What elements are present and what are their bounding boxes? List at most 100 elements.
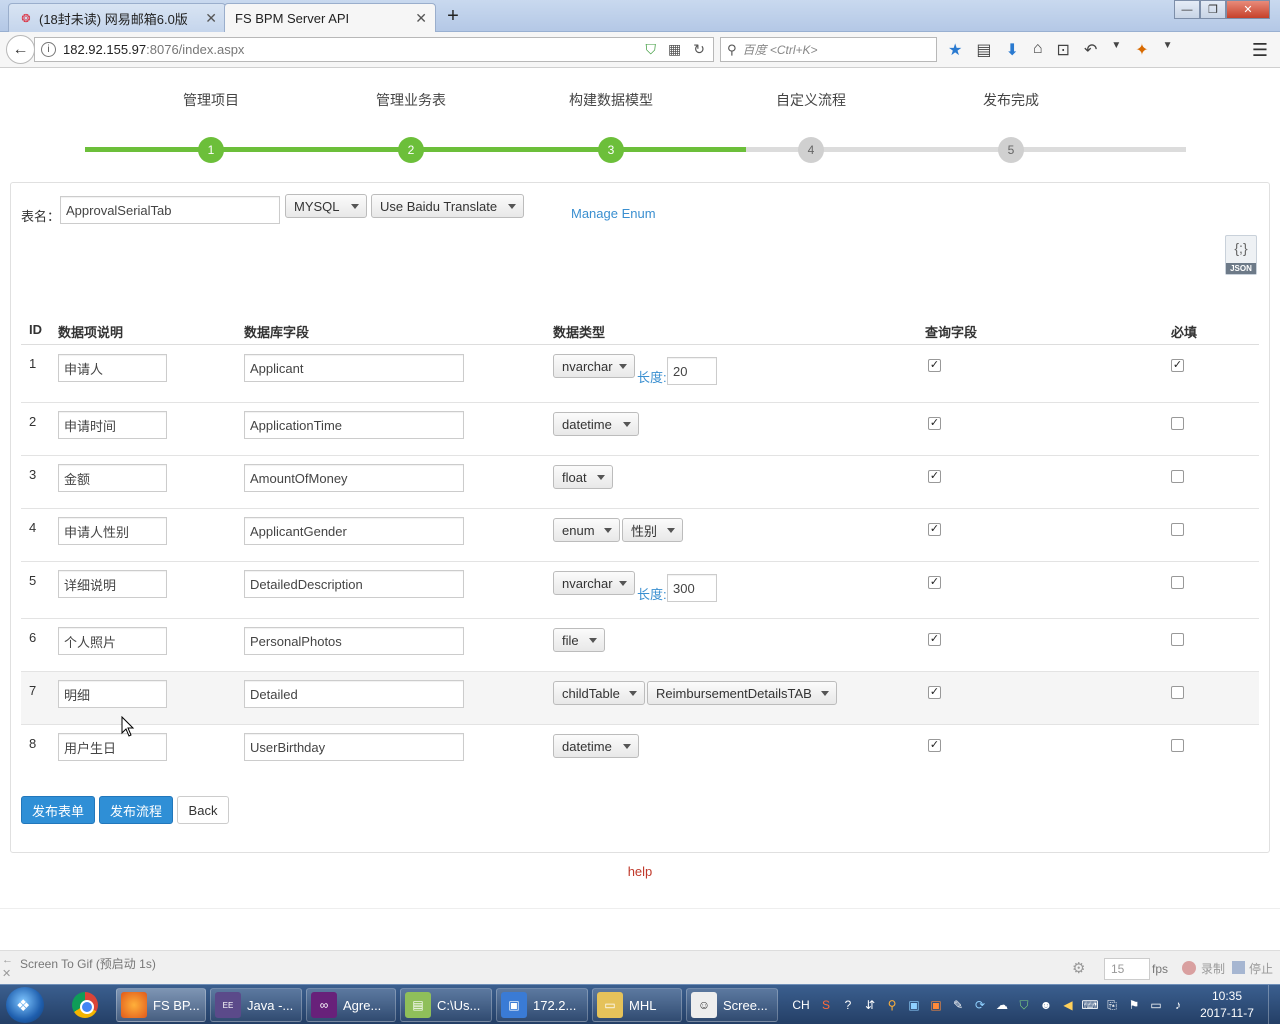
taskbar-item-folder[interactable]: ▭ MHL xyxy=(592,988,682,1022)
new-tab-button[interactable]: + xyxy=(442,5,464,28)
download-icon[interactable]: ⬇ xyxy=(1005,40,1018,60)
required-checkbox[interactable] xyxy=(1171,686,1184,699)
volume-icon[interactable]: ♪ xyxy=(1170,997,1186,1013)
required-checkbox[interactable] xyxy=(1171,523,1184,536)
close-window-button[interactable]: ✕ xyxy=(1226,0,1270,19)
table-name-input[interactable]: ApprovalSerialTab xyxy=(60,196,280,224)
help-link[interactable]: help xyxy=(0,864,1280,879)
taskbar-item-explorer-path[interactable]: ▤ C:\Us... xyxy=(400,988,492,1022)
maximize-button[interactable]: ❐ xyxy=(1200,0,1226,19)
chevron-down-icon[interactable]: ▼ xyxy=(1111,40,1121,60)
type-select[interactable]: datetime xyxy=(553,412,639,436)
input-language[interactable]: CH xyxy=(790,997,812,1013)
cloud-icon[interactable]: ☁ xyxy=(994,997,1010,1013)
close-icon[interactable]: ✕ xyxy=(205,10,217,27)
query-checkbox[interactable]: ✓ xyxy=(928,470,941,483)
shield-icon[interactable]: ⛉ xyxy=(646,41,657,58)
query-checkbox[interactable]: ✓ xyxy=(928,633,941,646)
query-checkbox[interactable]: ✓ xyxy=(928,417,941,430)
query-checkbox[interactable]: ✓ xyxy=(928,576,941,589)
required-checkbox[interactable] xyxy=(1171,470,1184,483)
crop-icon[interactable]: ⊡ xyxy=(1057,40,1070,60)
search-icon[interactable]: ⚲ xyxy=(884,997,900,1013)
length-input[interactable]: 20 xyxy=(667,357,717,385)
desc-input[interactable]: 详细说明 xyxy=(58,570,167,598)
taskbar-item-eclipse[interactable]: EE Java -... xyxy=(210,988,302,1022)
close-icon[interactable]: ✕ xyxy=(415,10,427,27)
show-desktop-button[interactable] xyxy=(1268,985,1280,1024)
hamburger-menu-icon[interactable]: ☰ xyxy=(1252,40,1268,61)
keyboard-icon[interactable]: ⌨ xyxy=(1081,997,1098,1013)
antivirus-icon[interactable]: ▣ xyxy=(928,997,944,1013)
clock[interactable]: 10:35 2017-11-7 xyxy=(1190,988,1264,1022)
desc-input[interactable]: 申请人性别 xyxy=(58,517,167,545)
query-checkbox[interactable]: ✓ xyxy=(928,359,941,372)
undo-icon[interactable]: ↶ xyxy=(1084,40,1097,60)
record-label[interactable]: 录制 xyxy=(1201,960,1225,977)
fps-input[interactable]: 15 xyxy=(1104,958,1150,980)
field-input[interactable]: ApplicantGender xyxy=(244,517,464,545)
arrow-left-icon[interactable]: ← xyxy=(2,954,13,966)
shield-icon[interactable]: ⛉ xyxy=(1016,997,1032,1013)
reading-list-icon[interactable]: ▤ xyxy=(976,40,991,60)
query-checkbox[interactable]: ✓ xyxy=(928,739,941,752)
field-input[interactable]: Applicant xyxy=(244,354,464,382)
desc-input[interactable]: 申请时间 xyxy=(58,411,167,439)
gear-icon[interactable]: ⚙ xyxy=(1072,959,1085,977)
step-5[interactable]: 发布完成 5 xyxy=(911,90,1111,163)
type-select[interactable]: datetime xyxy=(553,734,639,758)
usb-icon[interactable]: ⎘ xyxy=(1104,997,1120,1013)
step-2[interactable]: 管理业务表 2 xyxy=(311,90,511,163)
network-icon[interactable]: ⇵ xyxy=(862,997,878,1013)
type-select[interactable]: float xyxy=(553,465,613,489)
bookmark-star-icon[interactable]: ★ xyxy=(948,40,962,60)
chevron-down-icon[interactable]: ▼ xyxy=(1163,40,1173,60)
taskbar-item-screentogif[interactable]: ☺ Scree... xyxy=(686,988,778,1022)
query-checkbox[interactable]: ✓ xyxy=(928,686,941,699)
monitor-icon[interactable]: ▭ xyxy=(1148,997,1164,1013)
info-icon[interactable]: i xyxy=(41,42,56,57)
type-select[interactable]: nvarchar xyxy=(553,571,635,595)
reload-icon[interactable]: ↻ xyxy=(693,41,705,58)
stop-icon[interactable] xyxy=(1232,961,1245,974)
step-4[interactable]: 自定义流程 4 xyxy=(711,90,911,163)
child-table-select[interactable]: ReimbursementDetailsTAB xyxy=(647,681,837,705)
db-type-select[interactable]: MYSQL xyxy=(285,194,367,218)
sync-icon[interactable]: ⟳ xyxy=(972,997,988,1013)
field-input[interactable]: ApplicationTime xyxy=(244,411,464,439)
box-icon[interactable]: ▣ xyxy=(906,997,922,1013)
type-select[interactable]: enum xyxy=(553,518,620,542)
query-checkbox[interactable]: ✓ xyxy=(928,523,941,536)
required-checkbox[interactable] xyxy=(1171,576,1184,589)
step-1[interactable]: 管理项目 1 xyxy=(111,90,311,163)
desc-input[interactable]: 用户生日 xyxy=(58,733,167,761)
qr-code-icon[interactable]: ▦ xyxy=(668,41,681,58)
field-input[interactable]: AmountOfMoney xyxy=(244,464,464,492)
required-checkbox[interactable] xyxy=(1171,633,1184,646)
qq-icon[interactable]: ☻ xyxy=(1038,997,1054,1013)
tab-fs-bpm[interactable]: FS BPM Server API ✕ xyxy=(224,3,436,33)
sogou-ime-icon[interactable]: S xyxy=(818,997,834,1013)
type-select[interactable]: file xyxy=(553,628,605,652)
minimize-button[interactable]: — xyxy=(1174,0,1200,19)
back-button[interactable]: Back xyxy=(177,796,229,824)
field-input[interactable]: DetailedDescription xyxy=(244,570,464,598)
type-select[interactable]: childTable xyxy=(553,681,645,705)
publish-form-button[interactable]: 发布表单 xyxy=(21,796,95,824)
manage-enum-link[interactable]: Manage Enum xyxy=(571,206,656,221)
publish-flow-button[interactable]: 发布流程 xyxy=(99,796,173,824)
stop-label[interactable]: 停止 xyxy=(1249,960,1273,977)
json-icon[interactable]: {;} JSON xyxy=(1225,235,1257,275)
search-input[interactable]: ⚲ 百度 <Ctrl+K> xyxy=(720,37,937,62)
field-input[interactable]: PersonalPhotos xyxy=(244,627,464,655)
desc-input[interactable]: 个人照片 xyxy=(58,627,167,655)
taskbar-chrome[interactable] xyxy=(66,989,104,1021)
taskbar-item-visual-studio[interactable]: ∞ Agre... xyxy=(306,988,396,1022)
record-icon[interactable] xyxy=(1182,961,1196,975)
translate-select[interactable]: Use Baidu Translate xyxy=(371,194,524,218)
desc-input[interactable]: 金额 xyxy=(58,464,167,492)
desc-input[interactable]: 申请人 xyxy=(58,354,167,382)
step-3[interactable]: 构建数据模型 3 xyxy=(511,90,711,163)
speaker-icon[interactable]: ◀ xyxy=(1060,997,1076,1013)
help-icon[interactable]: ? xyxy=(840,997,856,1013)
